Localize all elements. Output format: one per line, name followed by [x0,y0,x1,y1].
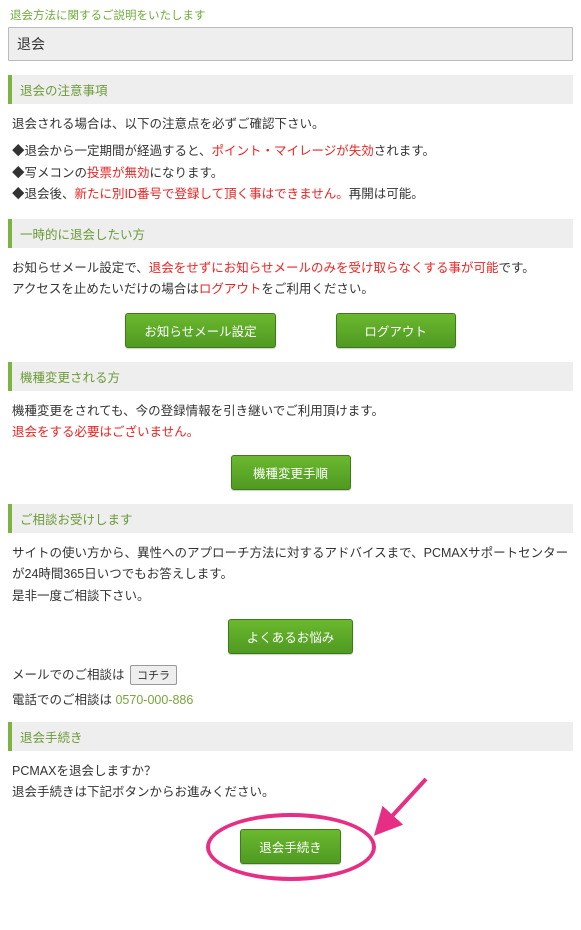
logout-button[interactable]: ログアウト [336,313,456,348]
annotation-arrow-icon [368,773,438,843]
section-header-withdrawal: 退会手続き [8,722,573,751]
consult-body: サイトの使い方から、異性へのアプローチ方法に対するアドバイスまで、PCMAXサポ… [12,543,569,607]
withdrawal-body: PCMAXを退会しますか？ 退会手続きは下記ボタンからお進みください。 [12,761,569,804]
withdrawal-button[interactable]: 退会手続き [240,829,341,864]
text: ◆写メコンの [12,166,87,180]
text-warning: ポイント・マイレージが失効 [212,144,374,158]
text: になります。 [150,166,224,180]
phone-consult-label: 電話でのご相談は [12,693,115,707]
mail-settings-button[interactable]: お知らせメール設定 [125,313,275,348]
withdrawal-hint: 退会手続きは下記ボタンからお進みください。 [12,785,275,799]
text: 再開は可能。 [349,187,424,201]
notes-bullets: ◆退会から一定期間が経過すると、ポイント・マイレージが失効されます。 ◆写メコン… [12,141,569,205]
section-header-model-change: 機種変更される方 [8,362,573,391]
text: されます。 [374,144,435,158]
text: ◆退会から一定期間が経過すると、 [12,144,212,158]
notes-bullet-2: ◆写メコンの投票が無効になります。 [12,163,569,184]
text-warning: 退会をせずにお知らせメールのみを受け取らなくする事が可能 [149,261,499,275]
text: です。 [499,261,535,275]
text-warning: 新たに別ID番号で登録して頂く事はできません。 [75,187,349,201]
mail-consult-button[interactable]: コチラ [130,665,177,685]
mail-consult-row: メールでのご相談は コチラ [12,664,569,685]
text-warning: ログアウト [199,282,262,296]
temporary-body: お知らせメール設定で、退会をせずにお知らせメールのみを受け取らなくする事が可能で… [12,258,569,301]
text: をご利用ください。 [261,282,374,296]
text: お知らせメール設定で、 [12,261,149,275]
model-change-body: 機種変更をされても、今の登録情報を引き継いでご利用頂けます。 退会をする必要はご… [12,401,569,444]
section-header-consult: ご相談お受けします [8,504,573,533]
phone-consult-row: 電話でのご相談は 0570-000-886 [12,689,569,708]
faq-button[interactable]: よくあるお悩み [228,619,354,654]
section-header-notes: 退会の注意事項 [8,75,573,104]
section-header-temporary: 一時的に退会したい方 [8,219,573,248]
text-warning: 投票が無効 [87,166,150,180]
notes-bullet-1: ◆退会から一定期間が経過すると、ポイント・マイレージが失効されます。 [12,141,569,162]
page-intro: 退会方法に関するご説明をいたします [10,7,573,23]
text: アクセスを止めたいだけの場合は [12,282,199,296]
notes-bullet-3: ◆退会後、新たに別ID番号で登録して頂く事はできません。再開は可能。 [12,184,569,205]
page-title: 退会 [8,27,573,61]
mail-consult-label: メールでのご相談は [12,668,125,682]
notes-lead: 退会される場合は、以下の注意点を必ずご確認下さい。 [12,114,569,135]
phone-number: 0570-000-886 [115,693,193,707]
text: ◆退会後、 [12,187,75,201]
text: 機種変更をされても、今の登録情報を引き継いでご利用頂けます。 [12,404,384,418]
text-warning: 退会をする必要はございません。 [12,425,199,439]
withdrawal-question: PCMAXを退会しますか？ [12,764,156,778]
model-change-steps-button[interactable]: 機種変更手順 [231,455,351,490]
